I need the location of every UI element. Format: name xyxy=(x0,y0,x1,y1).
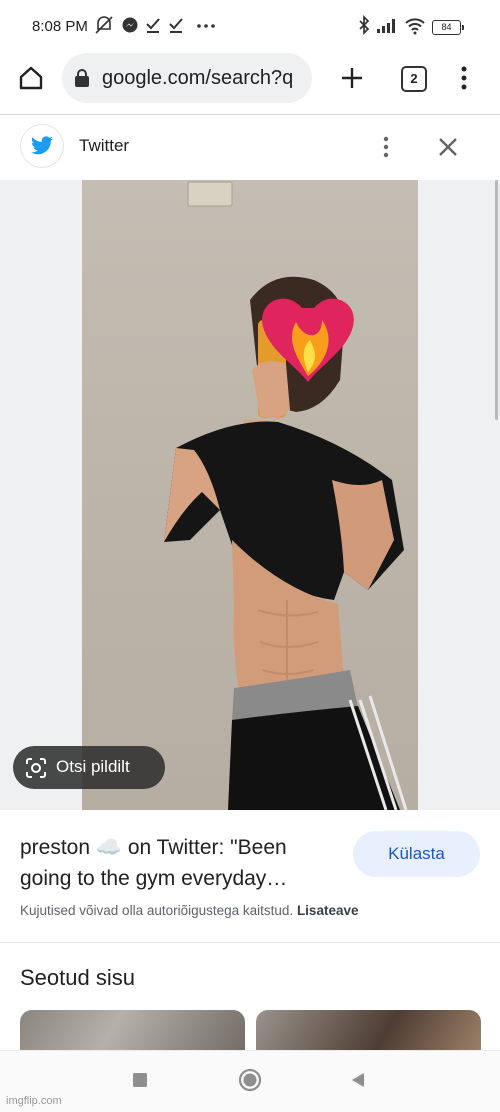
check-icon xyxy=(169,18,183,33)
wifi-icon xyxy=(405,18,425,35)
check-icon xyxy=(146,18,160,33)
plus-icon[interactable] xyxy=(340,66,364,90)
result-image[interactable] xyxy=(82,180,418,810)
home-icon[interactable] xyxy=(17,64,45,92)
photo-illustration xyxy=(164,181,408,810)
home-circle-icon[interactable] xyxy=(238,1068,262,1092)
copyright-notice: Kujutised võivad olla autoriõigustega ka… xyxy=(20,903,358,918)
address-bar[interactable]: google.com/search?q xyxy=(62,53,312,103)
messenger-icon xyxy=(122,17,138,33)
google-lens-icon xyxy=(26,758,46,778)
back-triangle-icon[interactable] xyxy=(350,1072,366,1088)
more-dots-icon xyxy=(197,24,215,28)
signal-icon xyxy=(377,19,395,33)
status-time: 8:08 PM xyxy=(32,18,88,35)
watermark: imgflip.com xyxy=(6,1095,62,1107)
lock-icon xyxy=(75,69,89,87)
learn-more-link[interactable]: Lisateave xyxy=(297,903,359,918)
source-header xyxy=(0,115,500,179)
scrollbar[interactable] xyxy=(495,180,498,420)
divider xyxy=(0,942,500,943)
bluetooth-icon xyxy=(359,14,370,36)
visit-button[interactable]: Külasta xyxy=(353,831,480,877)
url-text: google.com/search?q xyxy=(102,67,294,89)
source-avatar xyxy=(20,124,64,168)
kebab-menu-icon[interactable] xyxy=(377,134,395,160)
search-in-image-button[interactable]: Otsi pildilt xyxy=(13,746,165,789)
tabs-icon[interactable]: 2 xyxy=(401,66,427,92)
search-in-image-label: Otsi pildilt xyxy=(56,757,130,776)
mute-icon xyxy=(95,16,113,34)
recents-square-icon[interactable] xyxy=(132,1072,148,1088)
kebab-menu-icon[interactable] xyxy=(454,64,474,92)
source-name[interactable]: Twitter xyxy=(79,136,129,156)
close-icon[interactable] xyxy=(436,135,460,159)
twitter-bird-icon xyxy=(31,136,53,155)
result-title[interactable]: preston ☁️ on Twitter: "Been going to th… xyxy=(20,832,340,894)
battery-icon: 84 xyxy=(432,20,464,35)
copyright-text: Kujutised võivad olla autoriõigustega ka… xyxy=(20,903,294,918)
related-content-heading: Seotud sisu xyxy=(20,965,135,990)
